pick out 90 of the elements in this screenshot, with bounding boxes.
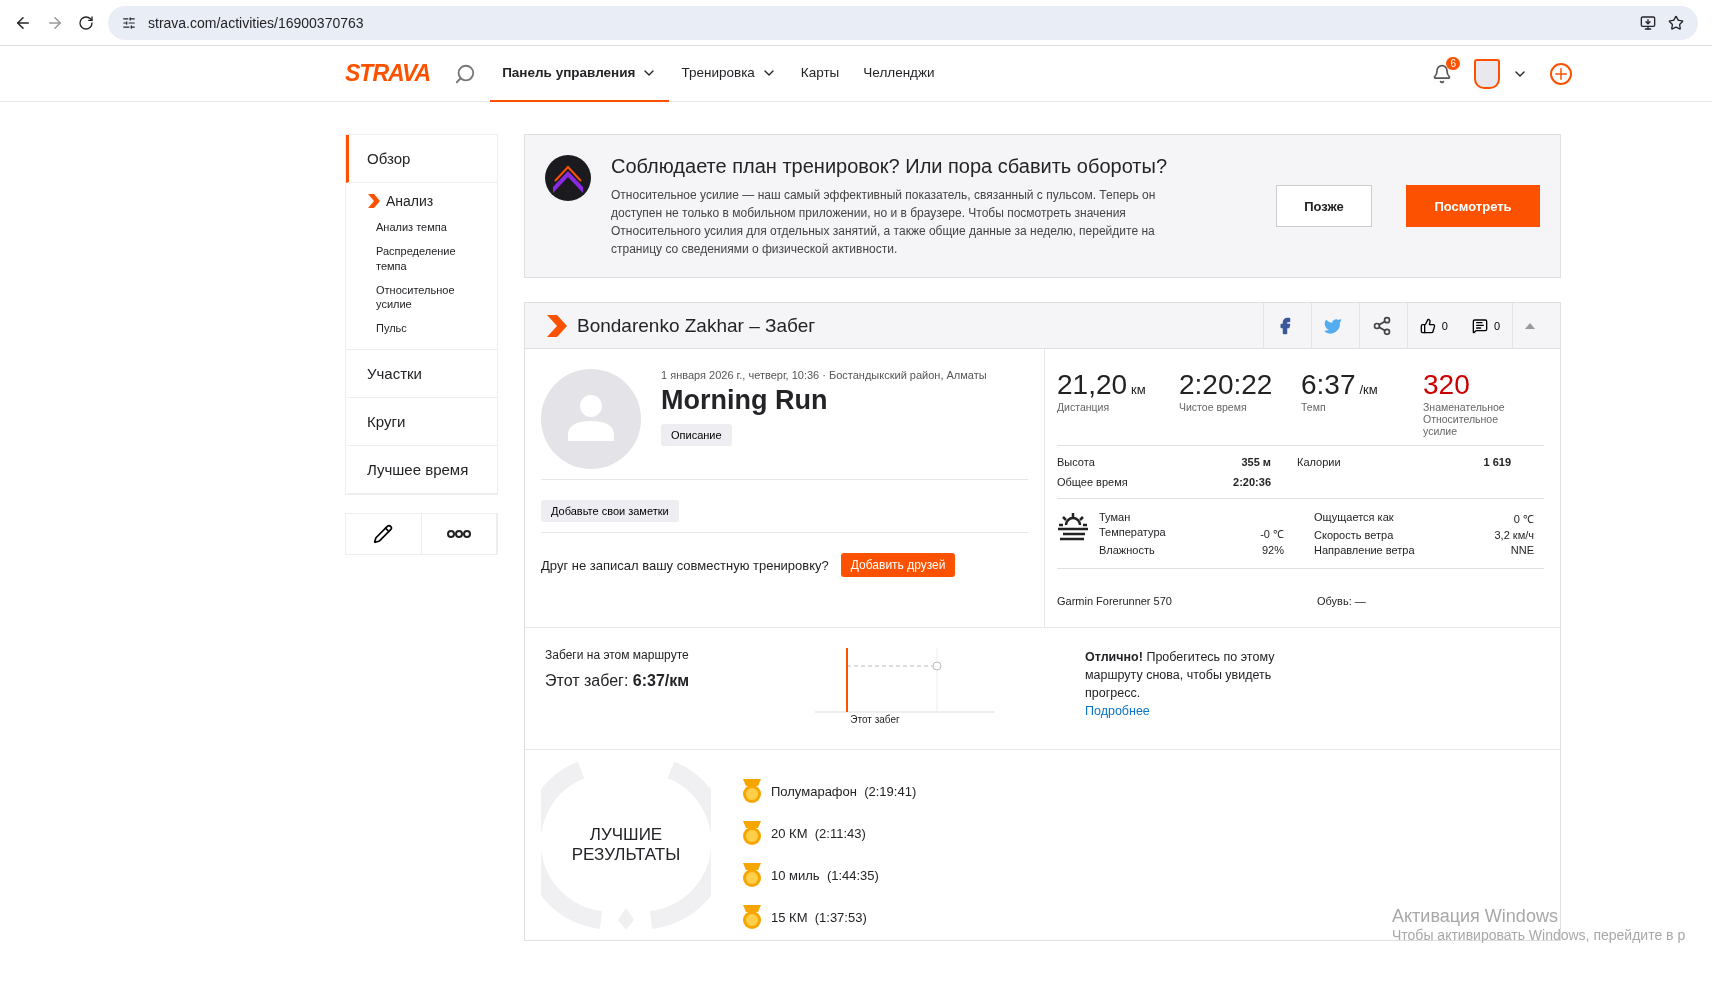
route-heading: Забеги на этом маршруте bbox=[545, 648, 690, 662]
sidebar-item[interactable]: Анализ bbox=[346, 183, 497, 215]
chevron-icon bbox=[547, 314, 567, 337]
nav-link[interactable]: Карты bbox=[788, 45, 852, 102]
stat-value: 6:37/км bbox=[1301, 369, 1379, 401]
pr-medal-icon bbox=[741, 778, 763, 804]
nav-link[interactable]: Панель управления bbox=[490, 45, 670, 102]
route-message: Отлично! Пробегитесь по этому маршруту снова, чтобы увидеть прогресс. bbox=[1085, 650, 1275, 700]
sidebar-item[interactable]: Круги bbox=[346, 397, 497, 446]
stat-label: Темп bbox=[1301, 401, 1327, 413]
weather-label: Ощущается как bbox=[1314, 511, 1395, 525]
comments-button[interactable]: 0 bbox=[1459, 302, 1512, 349]
stat-label: Дистанция bbox=[1057, 401, 1111, 413]
detail-label: Калории bbox=[1297, 456, 1342, 468]
banner-button[interactable]: Позже bbox=[1276, 185, 1372, 227]
description-button[interactable]: Описание bbox=[661, 424, 732, 446]
sidebar-item[interactable]: Лучшее время bbox=[346, 445, 497, 494]
nav-link[interactable]: Тренировка bbox=[669, 45, 789, 102]
avatar[interactable] bbox=[1474, 58, 1500, 89]
detail-label: Общее время bbox=[1057, 476, 1129, 488]
activity-meta: 1 января 2026 г., четверг, 10:36 · Бостандыкский район, Алматы bbox=[661, 369, 987, 381]
address-bar[interactable]: strava.com/activities/16900370763 bbox=[108, 5, 1698, 40]
watermark-text: Чтобы активировать Windows, перейдите в р bbox=[1392, 927, 1686, 943]
activity-name: Morning Run bbox=[661, 385, 829, 416]
share-icon bbox=[1371, 315, 1392, 336]
kudos-button[interactable]: 0 bbox=[1406, 302, 1460, 349]
friend-prompt: Друг не записал вашу совместную тренировку? bbox=[541, 557, 829, 573]
weather-value: -0 ℃ bbox=[1259, 527, 1284, 541]
pr-text: 20 КМ (2:11:43) bbox=[771, 825, 866, 841]
weather-value: 0 ℃ bbox=[1512, 512, 1534, 526]
stat-value: 21,20 км bbox=[1057, 369, 1147, 401]
fog-sun-icon bbox=[1057, 511, 1089, 543]
weather-condition: Туман bbox=[1099, 511, 1132, 523]
stat-value: 2:20:22 bbox=[1179, 369, 1274, 401]
more-link[interactable]: Подробнее bbox=[1085, 702, 1150, 720]
sidebar-subitem[interactable]: Пульс bbox=[346, 316, 497, 341]
sidebar-subitem[interactable]: Распределение темпа bbox=[346, 239, 497, 278]
weather-value: 3,2 км/ч bbox=[1493, 529, 1534, 541]
nav-link[interactable]: Челленджи bbox=[851, 45, 947, 102]
comment-icon bbox=[1471, 317, 1488, 334]
weather-label: Скорость ветра bbox=[1314, 529, 1395, 541]
twitter-icon bbox=[1323, 316, 1342, 335]
detail-value: 1 619 bbox=[1482, 456, 1512, 468]
device-name: Garmin Forerunner 570 bbox=[1057, 595, 1173, 607]
this-run-pace: Этот забег: 6:37/км bbox=[545, 672, 691, 690]
best-results-title: ЛУЧШИЕ РЕЗУЛЬТАТЫ bbox=[570, 825, 682, 865]
weather-label: Влажность bbox=[1099, 544, 1156, 556]
detail-label: Высота bbox=[1057, 456, 1096, 468]
bookmark-icon[interactable] bbox=[1668, 14, 1684, 31]
weather-label: Направление ветра bbox=[1314, 544, 1416, 556]
search-icon[interactable] bbox=[454, 62, 477, 85]
banner-text: Относительное усилие — наш самый эффективный показатель, связанный с пульсом. Теперь он доступен не только в мобильном приложении, но и в браузере. Чтобы посмотреть значения Относительного усилия для отдельных занятий, а также общие данные за неделю, перейдите на страницу со сведениями о физической активности. bbox=[611, 187, 1157, 258]
notification-badge: 6 bbox=[1446, 56, 1460, 70]
chevron-icon bbox=[368, 194, 380, 208]
thumbs-up-icon bbox=[1419, 317, 1436, 334]
reload-icon[interactable] bbox=[78, 14, 94, 31]
detail-value: 355 м bbox=[1240, 456, 1272, 468]
pr-medal-icon bbox=[741, 862, 763, 888]
sidebar-subitem[interactable]: Анализ темпа bbox=[346, 215, 497, 240]
avatar-icon bbox=[541, 369, 641, 469]
detail-value: 2:20:36 bbox=[1232, 476, 1272, 488]
url-text: strava.com/activities/16900370763 bbox=[148, 14, 364, 31]
pr-medal-icon bbox=[741, 820, 763, 846]
pencil-icon bbox=[373, 523, 394, 544]
weather-value: 92% bbox=[1260, 544, 1284, 556]
stat-label: Чистое время bbox=[1179, 401, 1248, 413]
activity-title: Bondarenko Zakhar – Забег bbox=[577, 314, 817, 337]
sidebar-item[interactable]: Обзор bbox=[346, 135, 497, 183]
effort-logo-icon bbox=[545, 155, 591, 201]
sidebar-subitem[interactable]: Относительное усилие bbox=[346, 277, 497, 317]
stat-label: Знаменательное Относительное усилие bbox=[1423, 401, 1506, 437]
stat-value: 320 bbox=[1423, 369, 1471, 401]
more-icon bbox=[446, 529, 471, 538]
shoes-text: Обувь: — bbox=[1317, 595, 1366, 607]
pr-medal-icon bbox=[741, 904, 763, 930]
watermark-title: Активация Windows bbox=[1392, 906, 1559, 927]
pr-text: 15 КМ (1:37:53) bbox=[771, 909, 867, 925]
add-icon[interactable] bbox=[1550, 62, 1572, 85]
chart-label: Этот забег bbox=[850, 714, 900, 725]
sidebar-item[interactable]: Участки bbox=[346, 349, 497, 398]
pr-text: 10 миль (1:44:35) bbox=[771, 867, 879, 883]
caret-icon bbox=[1525, 322, 1535, 329]
bell-icon[interactable] bbox=[1432, 63, 1452, 84]
weather-value: NNE bbox=[1509, 544, 1534, 556]
pr-text: Полумарафон (2:19:41) bbox=[771, 783, 917, 799]
install-icon[interactable] bbox=[1640, 14, 1656, 31]
site-settings-icon[interactable] bbox=[122, 15, 136, 30]
banner-title: Соблюдаете план тренировок? Или пора сбавить обороты? bbox=[611, 155, 1168, 178]
weather-label: Температура bbox=[1099, 526, 1167, 540]
notes-button[interactable]: Добавьте свои заметки bbox=[541, 500, 679, 522]
